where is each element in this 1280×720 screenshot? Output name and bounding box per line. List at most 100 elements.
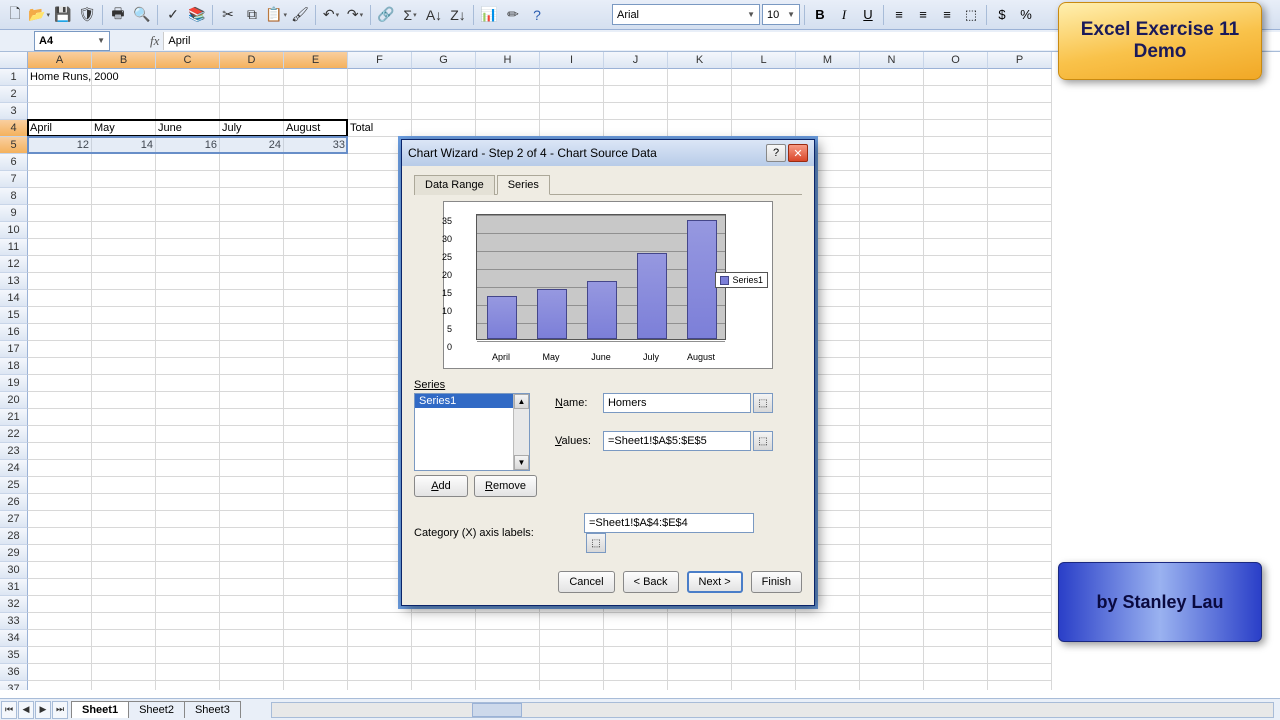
cell[interactable]: July	[220, 120, 284, 137]
cell[interactable]	[284, 154, 348, 171]
cell[interactable]	[988, 630, 1052, 647]
cell[interactable]	[540, 103, 604, 120]
cell[interactable]	[156, 460, 220, 477]
cell[interactable]	[92, 477, 156, 494]
permission-icon[interactable]: 🛡	[76, 4, 98, 26]
cell[interactable]	[220, 613, 284, 630]
cell[interactable]	[988, 358, 1052, 375]
cell[interactable]	[220, 528, 284, 545]
column-header[interactable]: K	[668, 52, 732, 69]
cell[interactable]	[28, 647, 92, 664]
cell[interactable]	[156, 307, 220, 324]
cell[interactable]	[988, 613, 1052, 630]
cell[interactable]	[924, 596, 988, 613]
cell[interactable]	[284, 562, 348, 579]
cell[interactable]	[156, 358, 220, 375]
category-input[interactable]	[584, 513, 754, 533]
cell[interactable]	[924, 375, 988, 392]
cell[interactable]	[924, 562, 988, 579]
cell[interactable]	[156, 613, 220, 630]
cell[interactable]	[540, 630, 604, 647]
cell[interactable]: 33	[284, 137, 348, 154]
cell[interactable]	[28, 528, 92, 545]
paste-icon[interactable]: 📋	[265, 4, 287, 26]
close-button[interactable]: ✕	[788, 144, 808, 162]
cell[interactable]	[28, 579, 92, 596]
row-header[interactable]: 14	[0, 290, 28, 307]
cell[interactable]	[220, 154, 284, 171]
cell[interactable]	[924, 324, 988, 341]
cell[interactable]	[92, 528, 156, 545]
cell[interactable]	[28, 596, 92, 613]
cell[interactable]	[860, 307, 924, 324]
cell[interactable]	[28, 443, 92, 460]
name-ref-button[interactable]: ⬚	[753, 393, 773, 413]
cell[interactable]	[284, 460, 348, 477]
cell[interactable]	[220, 511, 284, 528]
cell[interactable]	[28, 307, 92, 324]
cell[interactable]	[156, 443, 220, 460]
row-header[interactable]: 34	[0, 630, 28, 647]
cell[interactable]	[220, 86, 284, 103]
cell[interactable]	[28, 392, 92, 409]
help-icon[interactable]: ?	[526, 4, 548, 26]
font-name-combo[interactable]: Arial ▼	[612, 4, 760, 25]
remove-button[interactable]: Remove	[474, 475, 537, 497]
cell[interactable]	[28, 375, 92, 392]
cell[interactable]	[284, 69, 348, 86]
cell[interactable]: 24	[220, 137, 284, 154]
cell[interactable]	[668, 681, 732, 690]
cell[interactable]	[156, 103, 220, 120]
cell[interactable]	[732, 103, 796, 120]
cell[interactable]	[220, 358, 284, 375]
cell[interactable]	[860, 647, 924, 664]
spell-icon[interactable]: ✓	[162, 4, 184, 26]
print-icon[interactable]: 🖶	[107, 4, 129, 26]
cell[interactable]	[156, 256, 220, 273]
cell[interactable]	[988, 426, 1052, 443]
row-header[interactable]: 31	[0, 579, 28, 596]
cell[interactable]	[92, 630, 156, 647]
scrollbar-thumb[interactable]	[472, 703, 522, 717]
cell[interactable]	[796, 681, 860, 690]
column-header[interactable]: D	[220, 52, 284, 69]
cell[interactable]	[604, 681, 668, 690]
cell[interactable]	[28, 358, 92, 375]
cell[interactable]	[156, 222, 220, 239]
cell[interactable]	[604, 103, 668, 120]
category-ref-button[interactable]: ⬚	[586, 533, 606, 553]
cell[interactable]	[220, 562, 284, 579]
cell[interactable]	[92, 562, 156, 579]
row-header[interactable]: 22	[0, 426, 28, 443]
cell[interactable]	[860, 409, 924, 426]
cell[interactable]	[860, 205, 924, 222]
row-header[interactable]: 33	[0, 613, 28, 630]
cell[interactable]	[860, 239, 924, 256]
cell[interactable]	[924, 460, 988, 477]
row-header[interactable]: 5	[0, 137, 28, 154]
row-header[interactable]: 8	[0, 188, 28, 205]
cell[interactable]	[604, 647, 668, 664]
cell[interactable]	[28, 681, 92, 690]
cell[interactable]	[924, 358, 988, 375]
series-listbox[interactable]: Series1 ▲ ▼	[414, 393, 530, 471]
cell[interactable]	[796, 630, 860, 647]
series-list-item[interactable]: Series1	[415, 394, 529, 408]
cell[interactable]	[220, 494, 284, 511]
cell[interactable]	[156, 188, 220, 205]
cell[interactable]	[860, 256, 924, 273]
cell[interactable]	[924, 222, 988, 239]
cell[interactable]	[924, 426, 988, 443]
italic-button[interactable]: I	[833, 4, 855, 26]
values-ref-button[interactable]: ⬚	[753, 431, 773, 451]
row-header[interactable]: 37	[0, 681, 28, 690]
cell[interactable]	[28, 86, 92, 103]
row-header[interactable]: 1	[0, 69, 28, 86]
cell[interactable]	[220, 256, 284, 273]
cell[interactable]	[988, 579, 1052, 596]
row-header[interactable]: 20	[0, 392, 28, 409]
cell[interactable]	[604, 120, 668, 137]
cell[interactable]	[924, 307, 988, 324]
cell[interactable]	[156, 324, 220, 341]
cell[interactable]	[924, 528, 988, 545]
